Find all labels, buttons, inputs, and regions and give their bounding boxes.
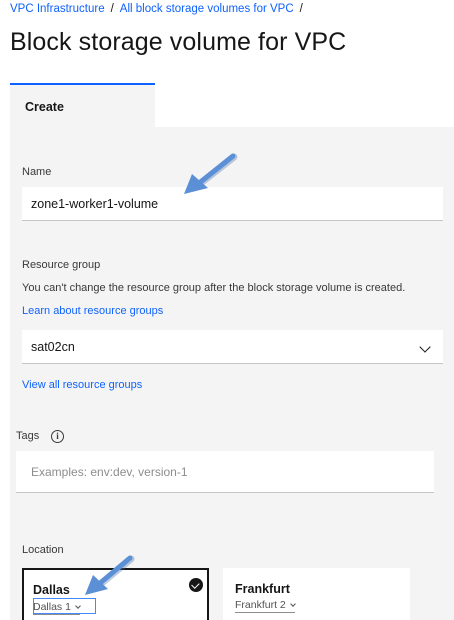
page-title: Block storage volume for VPC bbox=[10, 28, 347, 56]
annotation-arrow-icon bbox=[184, 153, 238, 194]
chevron-down-icon bbox=[419, 341, 431, 353]
chevron-down-icon bbox=[289, 600, 296, 607]
breadcrumb-vpc-infrastructure[interactable]: VPC Infrastructure bbox=[10, 3, 105, 15]
breadcrumb-all-block-storage[interactable]: All block storage volumes for VPC bbox=[120, 3, 294, 15]
resource-group-label: Resource group bbox=[22, 259, 101, 271]
tab-create[interactable]: Create bbox=[10, 83, 155, 127]
resource-group-helper: You can't change the resource group afte… bbox=[22, 282, 406, 294]
name-label: Name bbox=[22, 166, 52, 178]
information-icon[interactable]: i bbox=[51, 430, 64, 443]
location-label: Location bbox=[22, 544, 64, 556]
zone-select[interactable]: Frankfurt 2 bbox=[235, 599, 296, 613]
annotation-arrow-icon bbox=[85, 555, 135, 595]
resource-group-select[interactable]: sat02cn bbox=[22, 330, 443, 364]
tile-title: Dallas bbox=[33, 583, 70, 597]
view-all-resource-groups-link[interactable]: View all resource groups bbox=[22, 379, 142, 391]
zone-value: Frankfurt 2 bbox=[235, 599, 286, 611]
breadcrumb-separator: / bbox=[110, 3, 114, 15]
learn-resource-groups-link[interactable]: Learn about resource groups bbox=[22, 305, 163, 317]
checkmark-filled-icon bbox=[189, 578, 203, 592]
location-tile-frankfurt[interactable]: Frankfurt Frankfurt 2 bbox=[223, 568, 410, 620]
tags-input[interactable]: Examples: env:dev, version-1 bbox=[16, 451, 434, 493]
tile-title: Frankfurt bbox=[235, 582, 290, 596]
breadcrumb-separator: / bbox=[299, 3, 303, 15]
breadcrumb: VPC Infrastructure / All block storage v… bbox=[10, 3, 303, 15]
resource-group-value: sat02cn bbox=[31, 339, 75, 354]
tags-label: Tags bbox=[16, 430, 40, 442]
